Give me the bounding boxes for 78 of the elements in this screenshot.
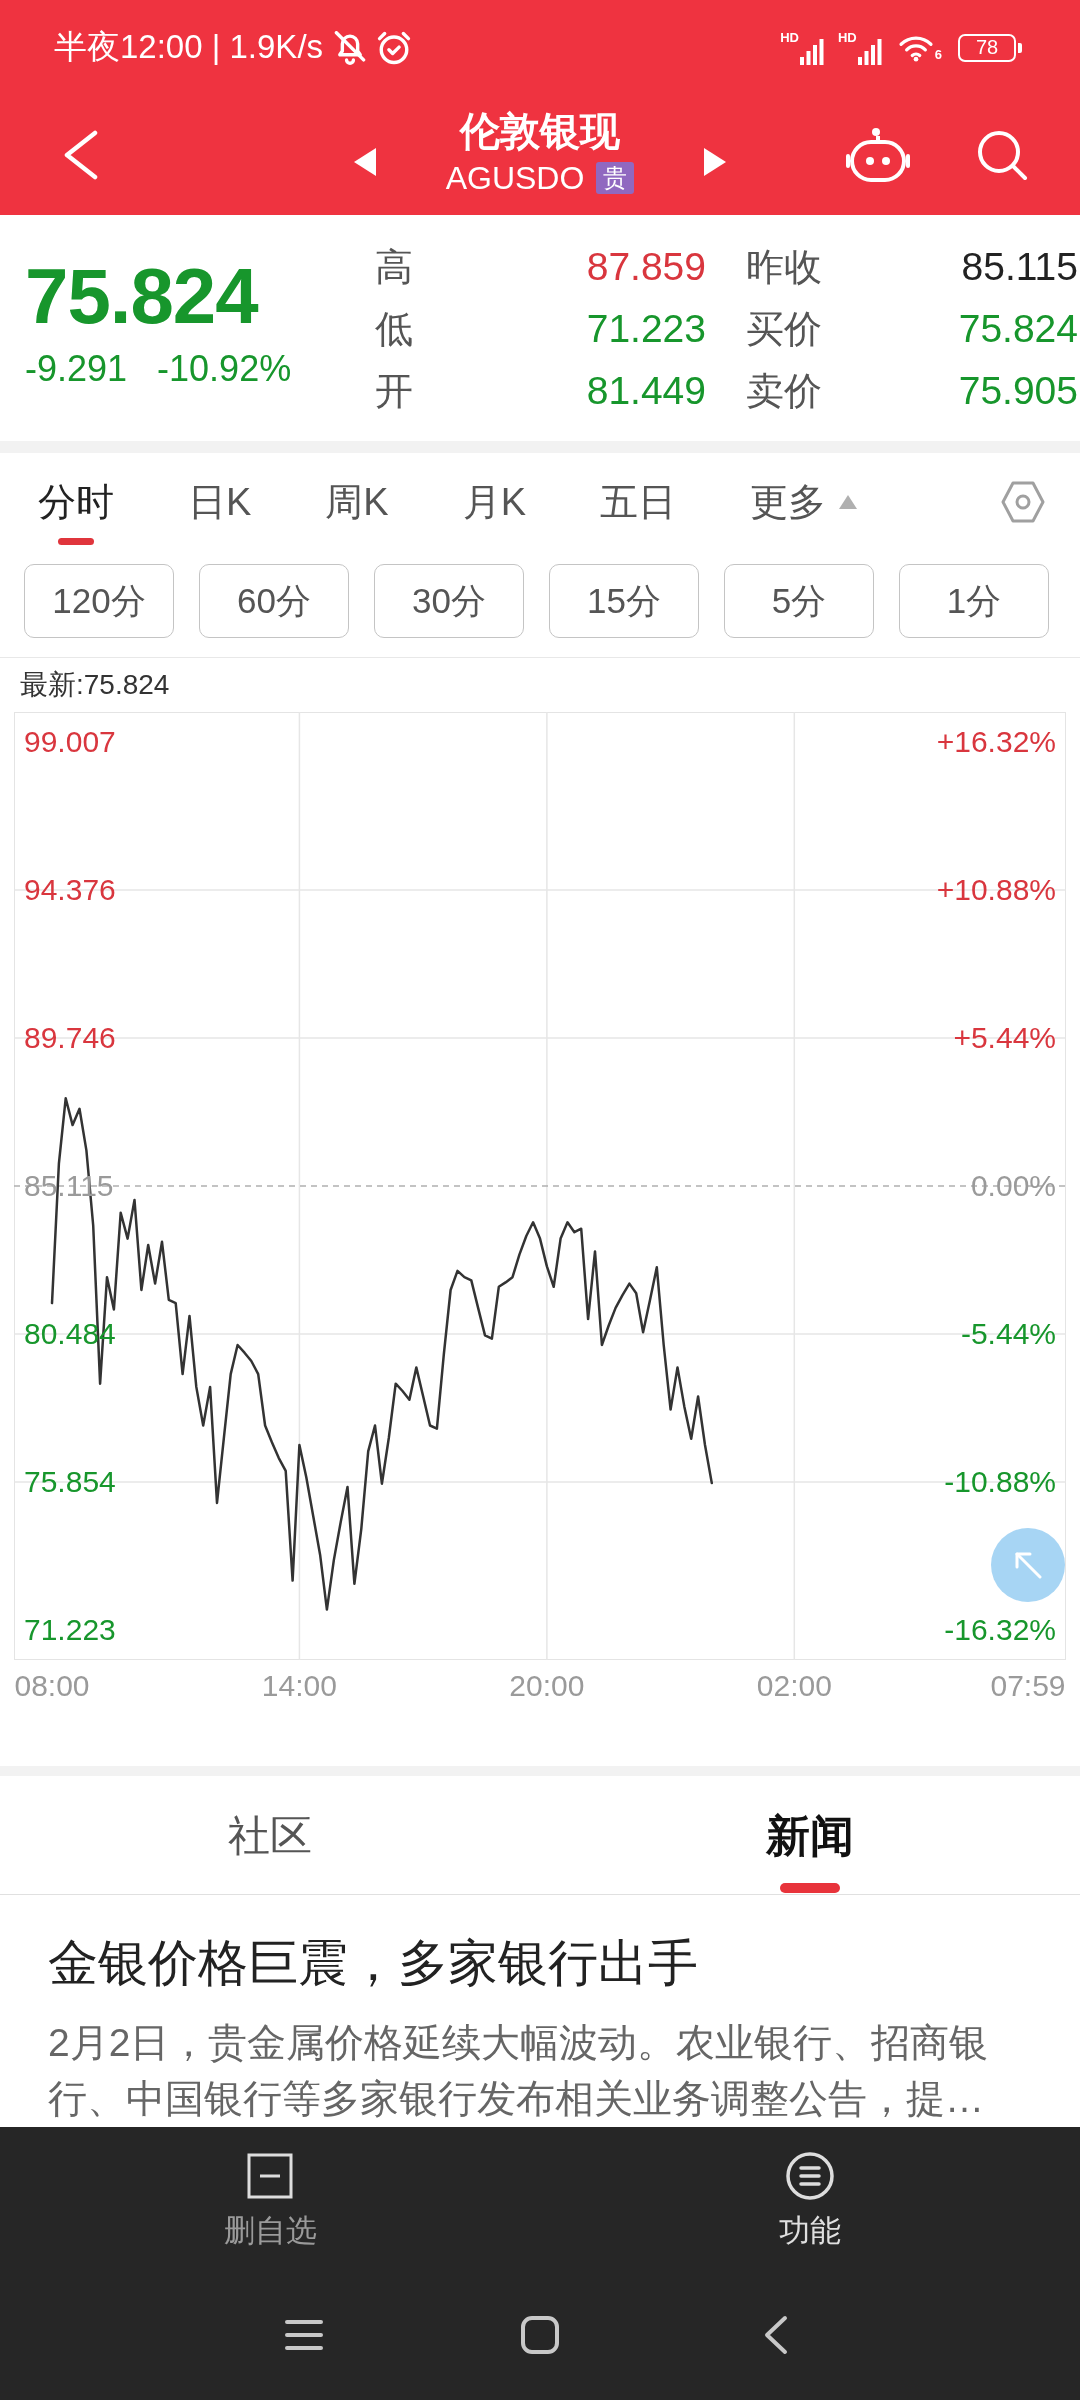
signal-icon: [857, 36, 882, 65]
bell-off-icon: [333, 30, 368, 65]
wifi-label: 6: [934, 47, 942, 62]
time-axis-label: 07:59: [990, 1668, 1066, 1704]
alarm-clock-icon: [377, 30, 412, 65]
settings-icon[interactable]: [1001, 480, 1045, 524]
percent-axis-label: -5.44%: [960, 1316, 1056, 1352]
hd-label: HD: [780, 30, 799, 45]
stat-value: 71.223: [585, 307, 706, 351]
period-button[interactable]: 5分: [724, 564, 874, 638]
signal-icon: [800, 36, 824, 65]
toolbar-button[interactable]: 功能: [779, 2151, 841, 2251]
time-axis-label: 02:00: [756, 1668, 832, 1704]
period-button[interactable]: 60分: [199, 564, 349, 638]
home-icon[interactable]: [520, 2315, 560, 2355]
minus-square-icon: [245, 2151, 295, 2201]
chart-tab[interactable]: 月K: [462, 477, 527, 527]
category-badge: 贵: [596, 162, 635, 194]
caret-up-icon: [838, 494, 859, 510]
price-axis-label: 75.854: [24, 1464, 116, 1500]
instrument-name: 伦敦银现: [460, 108, 620, 155]
stat-value: 75.905: [957, 369, 1078, 413]
battery-indicator: 78: [958, 33, 1022, 62]
stat-value: 81.449: [585, 369, 706, 413]
hd-label: HD: [838, 30, 857, 45]
news-summary: 2月2日，贵金属价格延续大幅波动。农业银行、招商银行、中国银行等多家银行发布相关业务调整公告，提…: [48, 2020, 990, 2122]
stat-label: 昨收: [745, 244, 823, 290]
time-axis-label: 20:00: [509, 1668, 585, 1704]
back-icon[interactable]: [62, 130, 100, 180]
stat-value: 85.115: [960, 245, 1078, 289]
chart-tab[interactable]: 周K: [325, 477, 389, 527]
news-headline[interactable]: 金银价格巨震，多家银行出手: [48, 1931, 1008, 1995]
search-icon[interactable]: [976, 129, 1028, 181]
time-axis-label: 08:00: [14, 1668, 90, 1704]
last-price: 75.824: [25, 251, 260, 341]
menu-circle-icon: [785, 2151, 835, 2201]
stat-label: 买价: [745, 306, 823, 352]
robot-icon[interactable]: [846, 127, 910, 183]
stat-label: 开: [375, 368, 414, 414]
menu-icon[interactable]: [284, 2319, 324, 2351]
price-change: -9.291: [25, 347, 128, 391]
period-button[interactable]: 30分: [374, 564, 524, 638]
price-axis-label: 94.376: [24, 872, 116, 908]
stat-value: 75.824: [957, 307, 1078, 351]
previous-triangle-icon[interactable]: [353, 148, 376, 176]
back-icon[interactable]: [763, 2315, 789, 2355]
stat-label: 卖价: [745, 368, 823, 414]
percent-axis-label: +16.32%: [936, 724, 1056, 760]
section-tab[interactable]: 新闻: [766, 1811, 854, 1893]
percent-change: -10.92%: [157, 347, 292, 391]
chart-tab[interactable]: 日K: [188, 477, 252, 527]
stat-label: 高: [375, 244, 414, 290]
price-axis-label: 99.007: [24, 724, 116, 760]
period-button[interactable]: 120分: [24, 564, 174, 638]
price-axis-label: 71.223: [24, 1612, 116, 1648]
percent-axis-label: 0.00%: [970, 1168, 1056, 1204]
percent-axis-label: -16.32%: [944, 1612, 1056, 1648]
price-axis-label: 89.746: [24, 1020, 116, 1056]
time-axis-label: 14:00: [261, 1668, 337, 1704]
percent-axis-label: +10.88%: [936, 872, 1056, 908]
active-tab-underline: [58, 538, 94, 545]
percent-axis-label: +5.44%: [953, 1020, 1056, 1056]
active-tab-underline: [780, 1883, 840, 1893]
chart-tab[interactable]: 更多: [750, 477, 859, 527]
stat-value: 87.859: [585, 245, 706, 289]
toolbar-button[interactable]: 删自选: [223, 2151, 317, 2251]
chart-tab[interactable]: 分时: [38, 477, 114, 545]
chart-tab[interactable]: 五日: [600, 477, 677, 527]
next-triangle-icon[interactable]: [704, 148, 727, 176]
percent-axis-label: -10.88%: [944, 1464, 1056, 1500]
arrow-icon: [1013, 1550, 1043, 1580]
stat-label: 低: [375, 306, 414, 352]
latest-price: 最新:75.824: [20, 669, 170, 700]
period-button[interactable]: 15分: [549, 564, 699, 638]
status-time: 半夜12:00 | 1.9K/s: [54, 27, 324, 67]
section-tab[interactable]: 社区: [228, 1811, 312, 1861]
period-button[interactable]: 1分: [899, 564, 1049, 638]
instrument-code: AGUSDO: [445, 159, 585, 197]
